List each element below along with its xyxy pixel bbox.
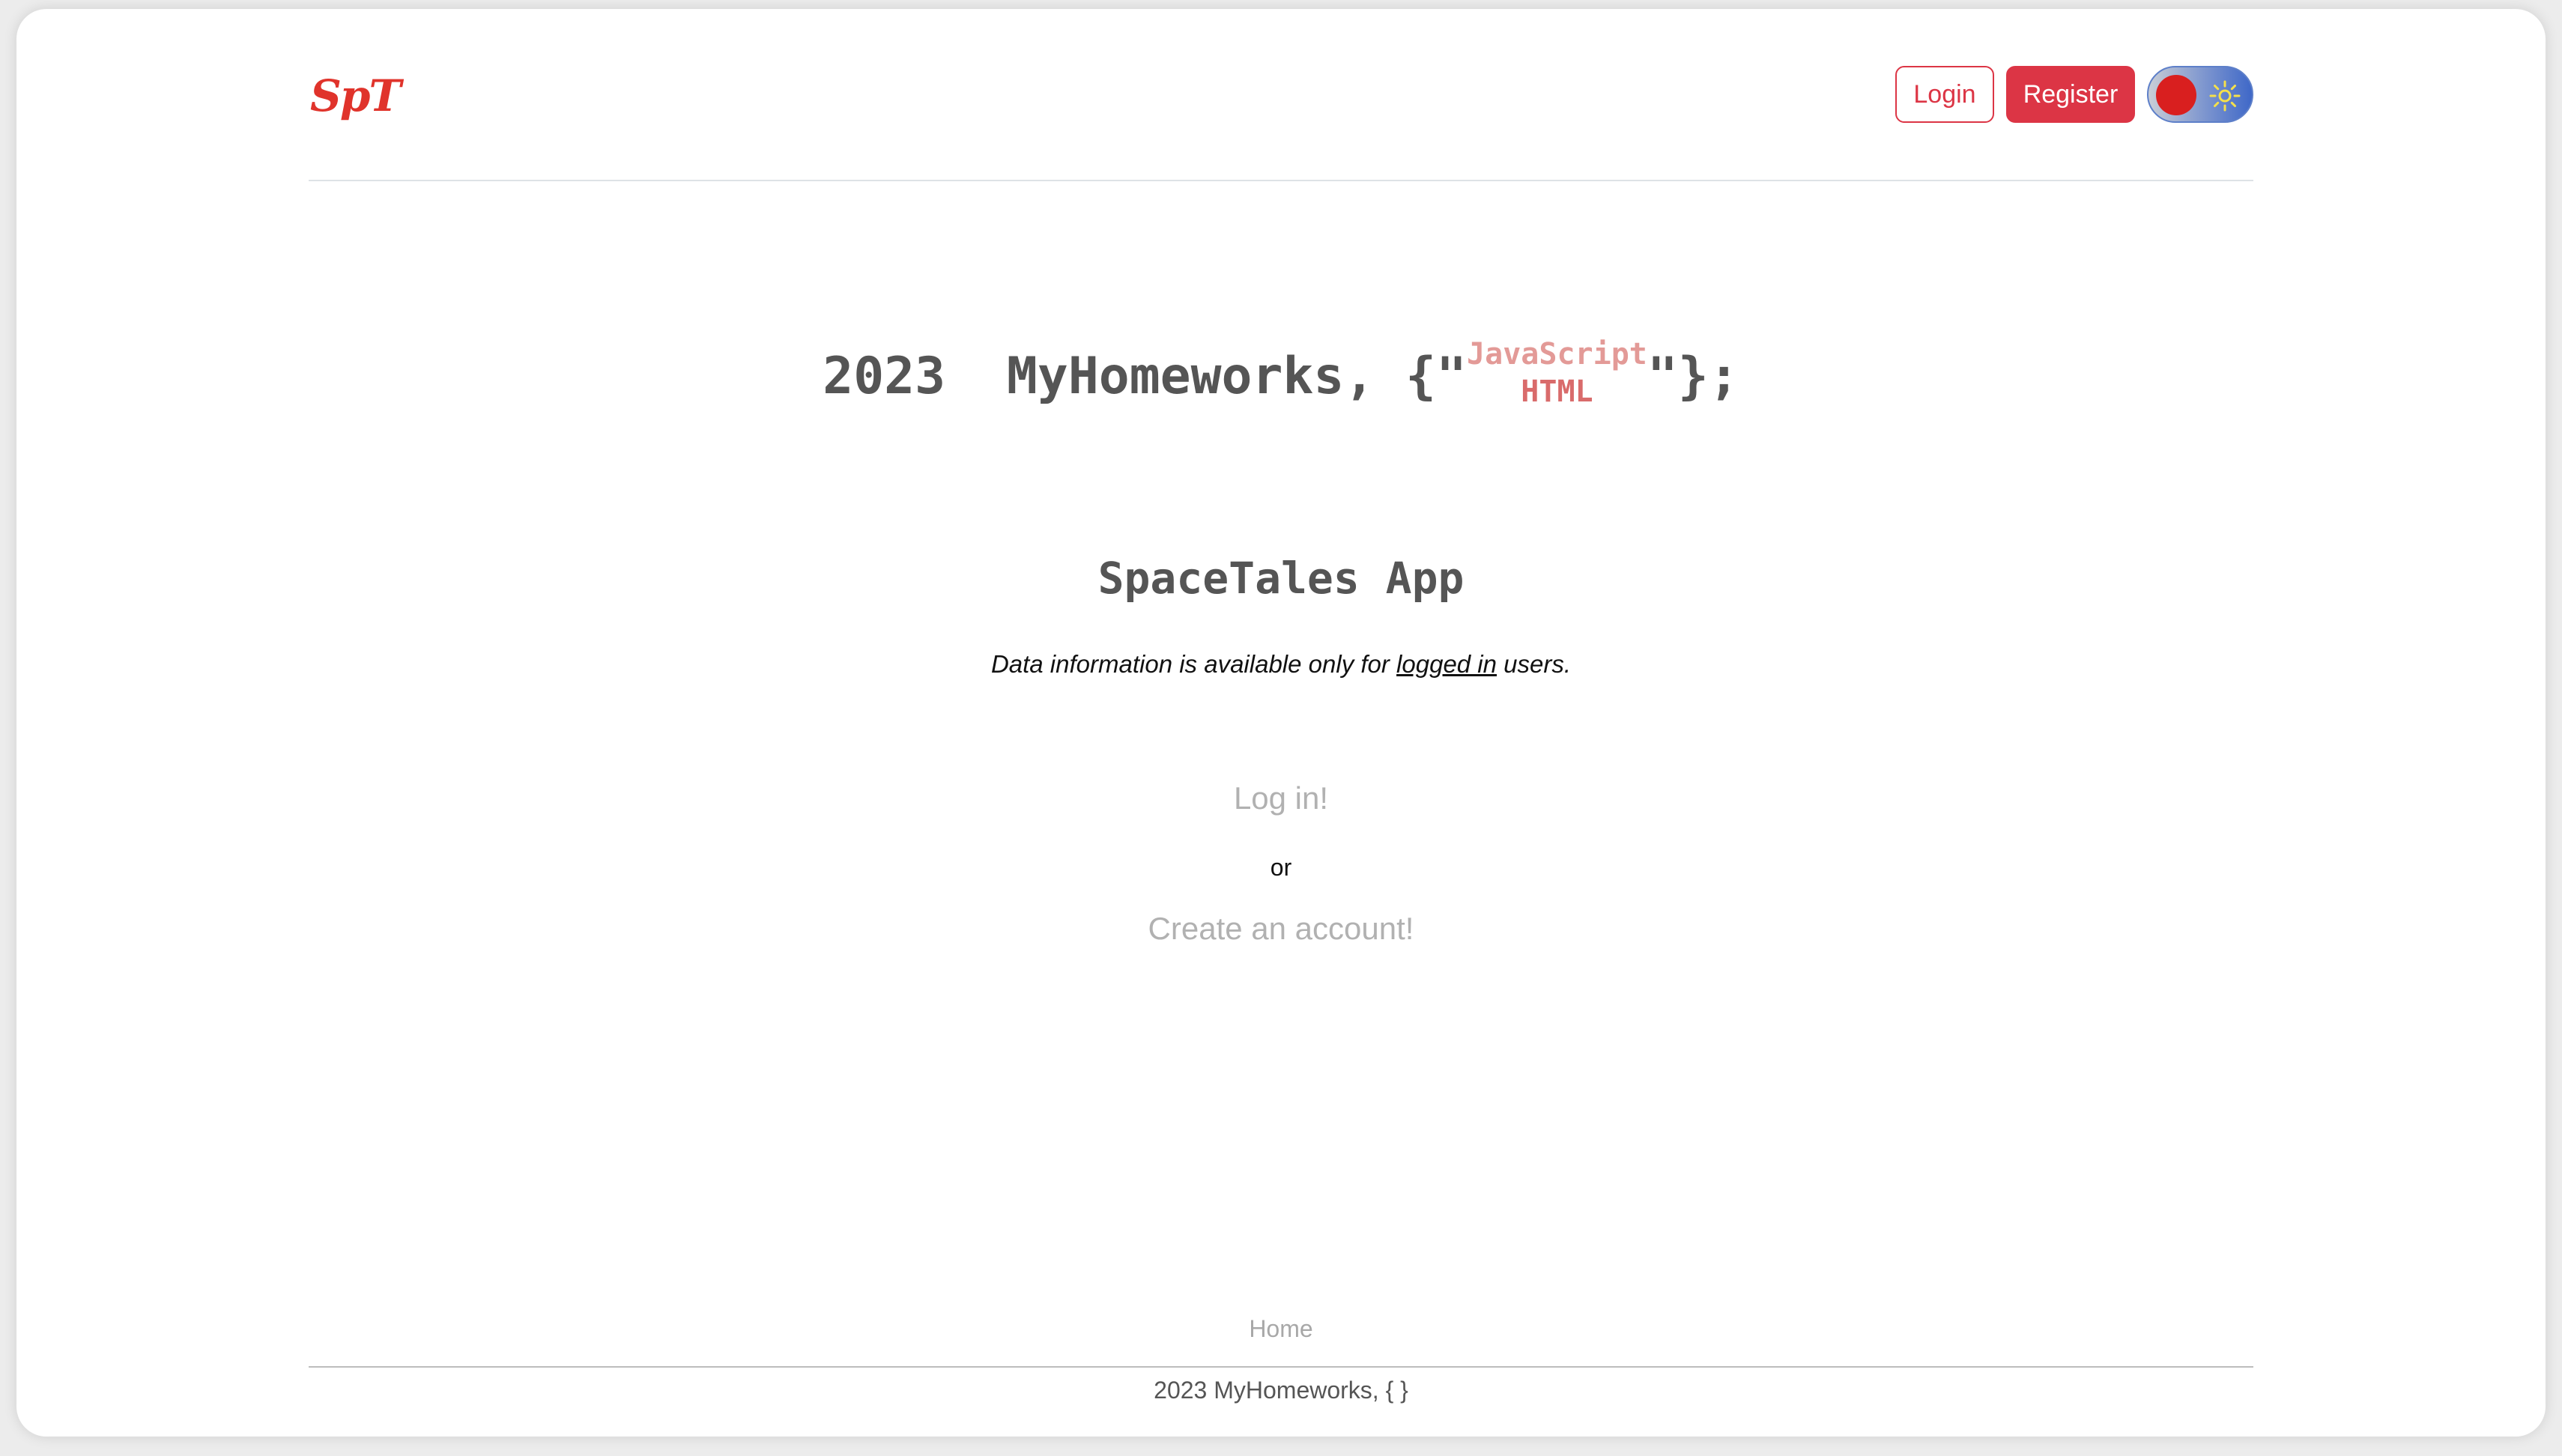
hero-prefix: 2023 MyHomeworks, {" bbox=[823, 346, 1468, 406]
site-logo[interactable]: SpT bbox=[310, 70, 402, 121]
browser-window: SpT Login Register 2023 MyHomeworks, {" … bbox=[16, 9, 2546, 1437]
toggle-knob bbox=[2156, 75, 2196, 115]
site-header: SpT Login Register bbox=[309, 9, 2253, 181]
theme-toggle[interactable] bbox=[2147, 66, 2253, 123]
sun-icon bbox=[2209, 80, 2241, 112]
logged-in-link[interactable]: logged in bbox=[1396, 650, 1497, 678]
copyright-text: 2023 MyHomeworks, { } bbox=[1154, 1377, 1408, 1404]
info-text-before: Data information is available only for bbox=[990, 650, 1397, 678]
info-message: Data information is available only for l… bbox=[309, 650, 2253, 679]
login-link[interactable]: Log in! bbox=[1234, 780, 1328, 816]
register-button[interactable]: Register bbox=[2006, 66, 2135, 123]
footer-home-link[interactable]: Home bbox=[1249, 1315, 1312, 1342]
login-link-row: Log in! bbox=[309, 780, 2253, 816]
app-title: SpaceTales App bbox=[1097, 553, 1465, 604]
login-button[interactable]: Login bbox=[1895, 66, 1994, 123]
hero-word-second: HTML bbox=[1521, 374, 1593, 409]
hero-suffix: "}; bbox=[1647, 346, 1739, 406]
page-container: SpT Login Register 2023 MyHomeworks, {" … bbox=[309, 9, 2253, 1437]
hero-heading: 2023 MyHomeworks, {" JavaScript HTML "}; bbox=[309, 324, 2253, 428]
hero-word-first: JavaScript bbox=[1467, 337, 1647, 371]
footer-divider bbox=[309, 1366, 2253, 1368]
or-separator: or bbox=[1270, 854, 1292, 881]
header-actions: Login Register bbox=[1895, 66, 2253, 123]
footer-nav: Home bbox=[309, 1315, 2253, 1343]
hero-rotating-words: JavaScript HTML bbox=[1467, 336, 1647, 410]
register-link-row: Create an account! bbox=[309, 911, 2253, 947]
create-account-link[interactable]: Create an account! bbox=[1148, 911, 1414, 946]
info-text-after: users. bbox=[1497, 650, 1572, 678]
